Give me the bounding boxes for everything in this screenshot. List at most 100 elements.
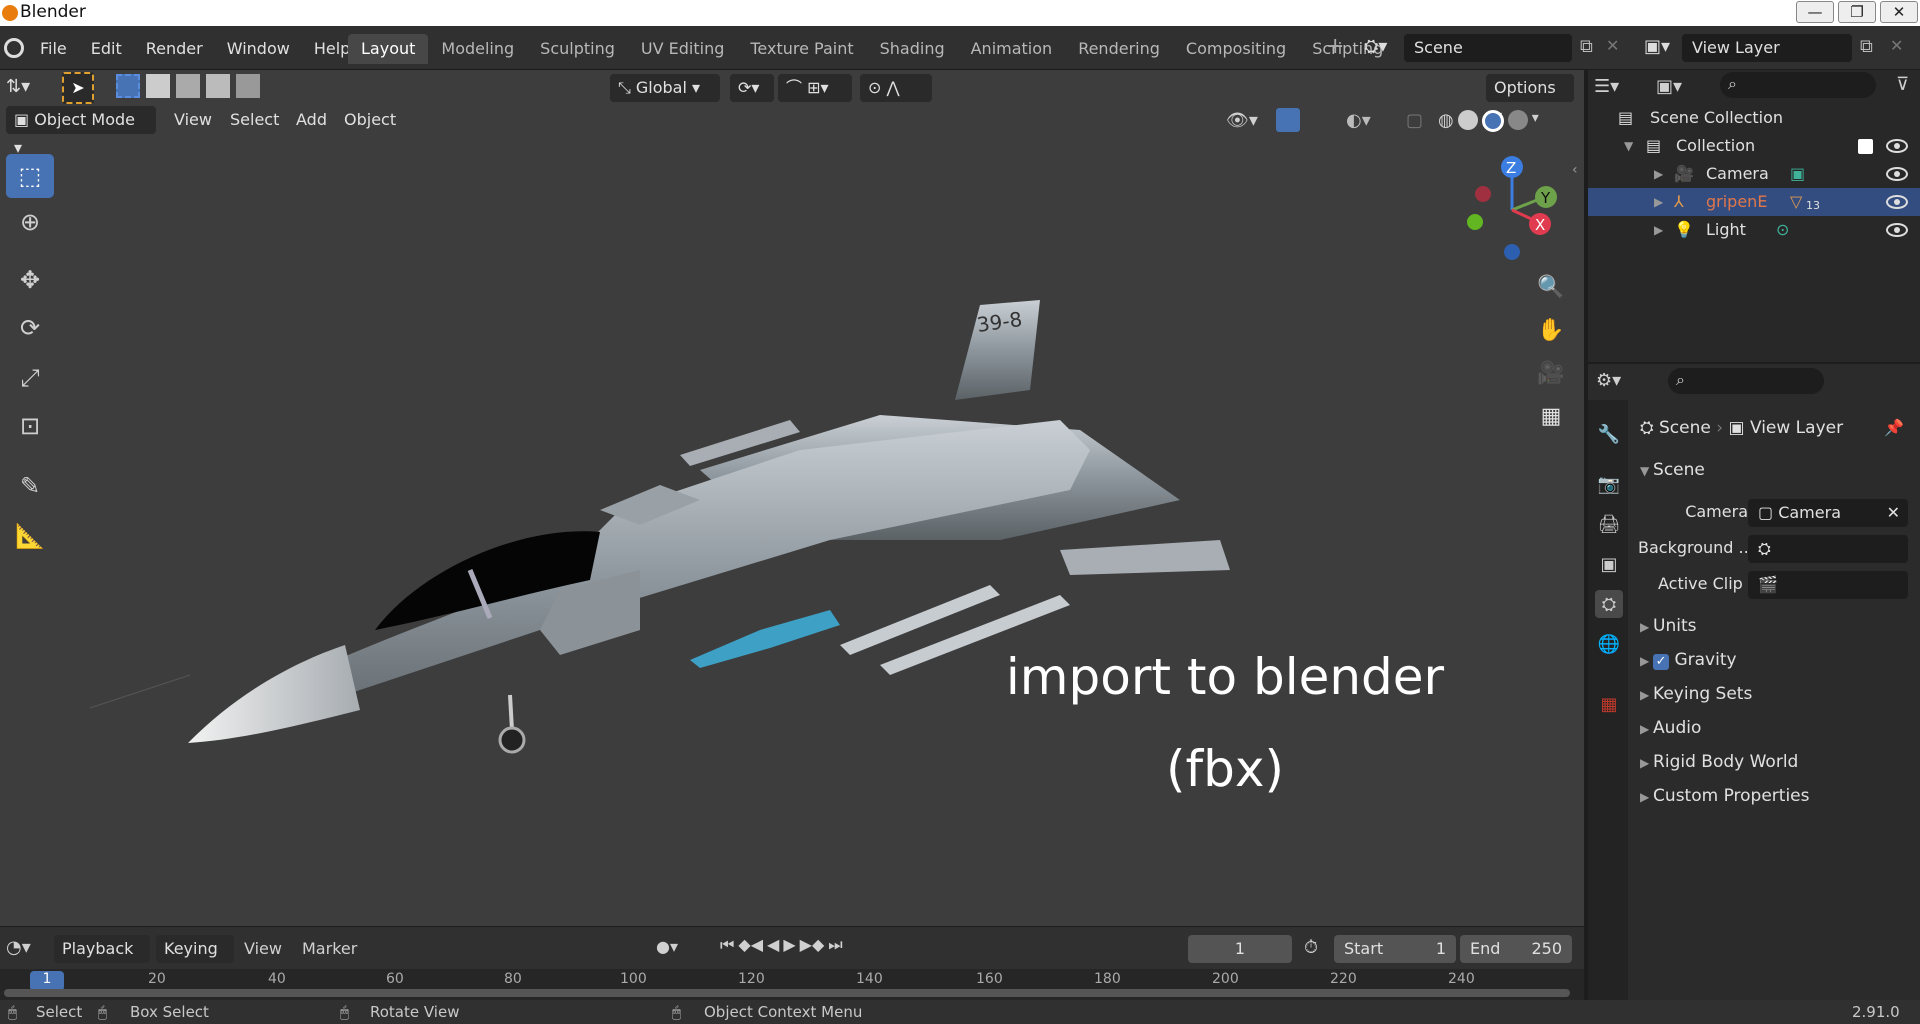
proportional-editing-icon[interactable]: ⊙ ⋀ — [860, 74, 932, 102]
close-button[interactable]: ✕ — [1880, 1, 1918, 23]
panel-rigid-body-world[interactable]: ▶ Rigid Body World — [1640, 752, 1798, 772]
move-tool-icon[interactable]: ✥ — [6, 258, 54, 302]
snapping-icon[interactable]: ⌒ ⊞▾ — [778, 74, 852, 102]
outliner-scene-collection[interactable]: ▤ Scene Collection — [1588, 104, 1920, 132]
properties-search-input[interactable]: ⌕ — [1668, 368, 1824, 394]
pivot-point-icon[interactable]: ⟳▾ — [730, 74, 774, 102]
current-frame-field[interactable]: 1 — [1188, 935, 1292, 963]
extend-selection-icon[interactable] — [146, 74, 170, 98]
timeline-editor-type-icon[interactable]: ◔▾ — [6, 937, 31, 958]
remove-view-layer-icon[interactable]: ✕ — [1890, 36, 1903, 55]
chevron-down-icon[interactable]: ▾ — [1532, 110, 1539, 132]
camera-field[interactable]: ▢ Camera ✕ — [1748, 499, 1908, 527]
measure-tool-icon[interactable]: 📐 — [6, 514, 54, 558]
jump-end-icon[interactable]: ⏭ — [828, 935, 842, 955]
texture-tab-icon[interactable]: ▦ — [1595, 690, 1623, 718]
light-data-icon[interactable]: ⊙ — [1776, 216, 1789, 244]
next-keyframe-icon[interactable]: ▶◆ — [800, 935, 825, 955]
navigation-gizmo[interactable]: Z Y X — [1460, 150, 1570, 270]
overlays-icon[interactable]: ◐▾ — [1346, 110, 1371, 131]
play-reverse-icon[interactable]: ◀ — [767, 935, 779, 955]
rotate-tool-icon[interactable]: ⟳ — [6, 306, 54, 350]
menu-window[interactable]: Window — [215, 39, 302, 58]
keying-menu[interactable]: Keying ▾ — [156, 935, 234, 986]
viewport-menu-select[interactable]: Select — [230, 110, 279, 129]
gravity-checkbox[interactable]: ✓ — [1653, 654, 1670, 670]
minimize-button[interactable]: — — [1796, 1, 1834, 23]
viewport-menu-add[interactable]: Add — [296, 110, 327, 129]
panel-audio[interactable]: ▶ Audio — [1640, 718, 1701, 738]
active-clip-field[interactable]: 🎬 — [1748, 571, 1908, 599]
subtract-selection-icon[interactable] — [176, 74, 200, 98]
outliner-item-camera[interactable]: ▶ 🎥 Camera ▣ — [1588, 160, 1920, 188]
timeline-ruler[interactable]: 1 20 40 60 80 100 120 140 160 180 200 22… — [0, 969, 1584, 1003]
start-frame-field[interactable]: Start 1 — [1334, 935, 1456, 963]
collection-checkbox[interactable] — [1858, 139, 1873, 154]
visibility-icon[interactable]: 👁▾ — [1226, 110, 1258, 131]
camera-view-icon[interactable]: 🎥 — [1532, 354, 1570, 392]
record-keyframe-icon[interactable]: ●▾ — [656, 937, 678, 956]
tab-rendering[interactable]: Rendering — [1065, 34, 1173, 64]
tab-animation[interactable]: Animation — [958, 34, 1066, 64]
object-mode-dropdown[interactable]: ▣ Object Mode ▾ — [6, 106, 156, 157]
sidebar-toggle-icon[interactable]: ‹ — [1572, 162, 1578, 178]
maximize-button[interactable]: ❐ — [1838, 1, 1876, 23]
eye-icon[interactable] — [1886, 195, 1908, 209]
view-layer-tab-icon[interactable]: ▣ — [1595, 550, 1623, 578]
outliner-item-light[interactable]: ▶ 💡 Light ⊙ — [1588, 216, 1920, 244]
outliner-item-gripene[interactable]: ▶ ⅄ gripenE ▽ 13 — [1588, 188, 1920, 216]
outliner-display-mode-icon[interactable]: ☰▾ — [1594, 76, 1619, 97]
invert-selection-icon[interactable] — [206, 74, 230, 98]
properties-editor-type-icon[interactable]: ⚙▾ — [1596, 370, 1621, 391]
panel-units[interactable]: ▶ Units — [1640, 616, 1697, 636]
tab-modeling[interactable]: Modeling — [428, 34, 527, 64]
intersect-selection-icon[interactable] — [236, 74, 260, 98]
select-tool-icon[interactable]: ➤ — [62, 72, 94, 104]
pin-icon[interactable]: 📌 — [1884, 418, 1904, 437]
tab-texture-paint[interactable]: Texture Paint — [737, 34, 866, 64]
expand-arrow-icon[interactable]: ▼ — [1624, 132, 1633, 160]
view-layer-icon[interactable]: ▣▾ — [1644, 36, 1670, 57]
render-tab-icon[interactable]: 📷 — [1595, 470, 1623, 498]
scene-tab-icon[interactable]: ⛭ — [1595, 590, 1623, 618]
annotate-tool-icon[interactable]: ✎ — [6, 464, 54, 508]
editor-type-icon[interactable]: ⇅▾ — [6, 76, 30, 97]
panel-gravity[interactable]: ▶ ✓ Gravity — [1640, 650, 1737, 670]
viewport-menu-object[interactable]: Object — [344, 110, 396, 129]
panel-custom-properties[interactable]: ▶ Custom Properties — [1640, 786, 1810, 806]
output-tab-icon[interactable]: 🖨 — [1595, 510, 1623, 538]
pan-hand-icon[interactable]: ✋ — [1532, 311, 1570, 349]
gizmo-toggle-icon[interactable] — [1276, 108, 1300, 132]
tab-sculpting[interactable]: Sculpting — [527, 34, 628, 64]
view-layer-selector[interactable]: View Layer — [1682, 34, 1852, 62]
scene-icon[interactable]: ⛭▾ — [1364, 36, 1387, 57]
outliner-filter-mode-icon[interactable]: ▣▾ — [1656, 76, 1682, 97]
menu-file[interactable]: File — [28, 39, 79, 58]
tab-shading[interactable]: Shading — [867, 34, 958, 64]
outliner-collection[interactable]: ▼ ▤ Collection — [1588, 132, 1920, 160]
wireframe-shading-icon[interactable]: ◍ — [1438, 110, 1454, 132]
jump-start-icon[interactable]: ⏮ — [720, 935, 734, 955]
rendered-shading-icon[interactable] — [1507, 110, 1528, 130]
transform-orientation[interactable]: ⤡ Global ▾ — [610, 74, 720, 102]
playhead[interactable]: 1 — [30, 971, 64, 991]
material-shading-icon[interactable] — [1481, 110, 1504, 132]
end-frame-field[interactable]: End 250 — [1460, 935, 1572, 963]
scale-tool-icon[interactable]: ⤢ — [6, 356, 54, 400]
transform-tool-icon[interactable]: ⊡ — [6, 404, 54, 448]
remove-scene-icon[interactable]: ✕ — [1606, 36, 1619, 55]
menu-edit[interactable]: Edit — [79, 39, 134, 58]
playback-menu[interactable]: Playback ▾ — [54, 935, 150, 986]
mesh-data-icon[interactable]: ▽ — [1790, 188, 1802, 216]
blender-menu-icon[interactable] — [4, 38, 24, 58]
new-scene-icon[interactable]: ⧉ — [1580, 36, 1593, 57]
background-scene-field[interactable]: ⛭ — [1748, 535, 1908, 563]
perspective-grid-icon[interactable]: ▦ — [1532, 397, 1570, 435]
filter-icon[interactable]: ⊽ — [1896, 74, 1909, 95]
expand-arrow-icon[interactable]: ▶ — [1654, 216, 1663, 244]
eye-icon[interactable] — [1886, 223, 1908, 237]
outliner-search-input[interactable]: ⌕ — [1720, 72, 1876, 98]
menu-render[interactable]: Render — [134, 39, 215, 58]
solid-shading-icon[interactable] — [1457, 110, 1478, 130]
timeline-scrollbar[interactable] — [4, 989, 1570, 997]
